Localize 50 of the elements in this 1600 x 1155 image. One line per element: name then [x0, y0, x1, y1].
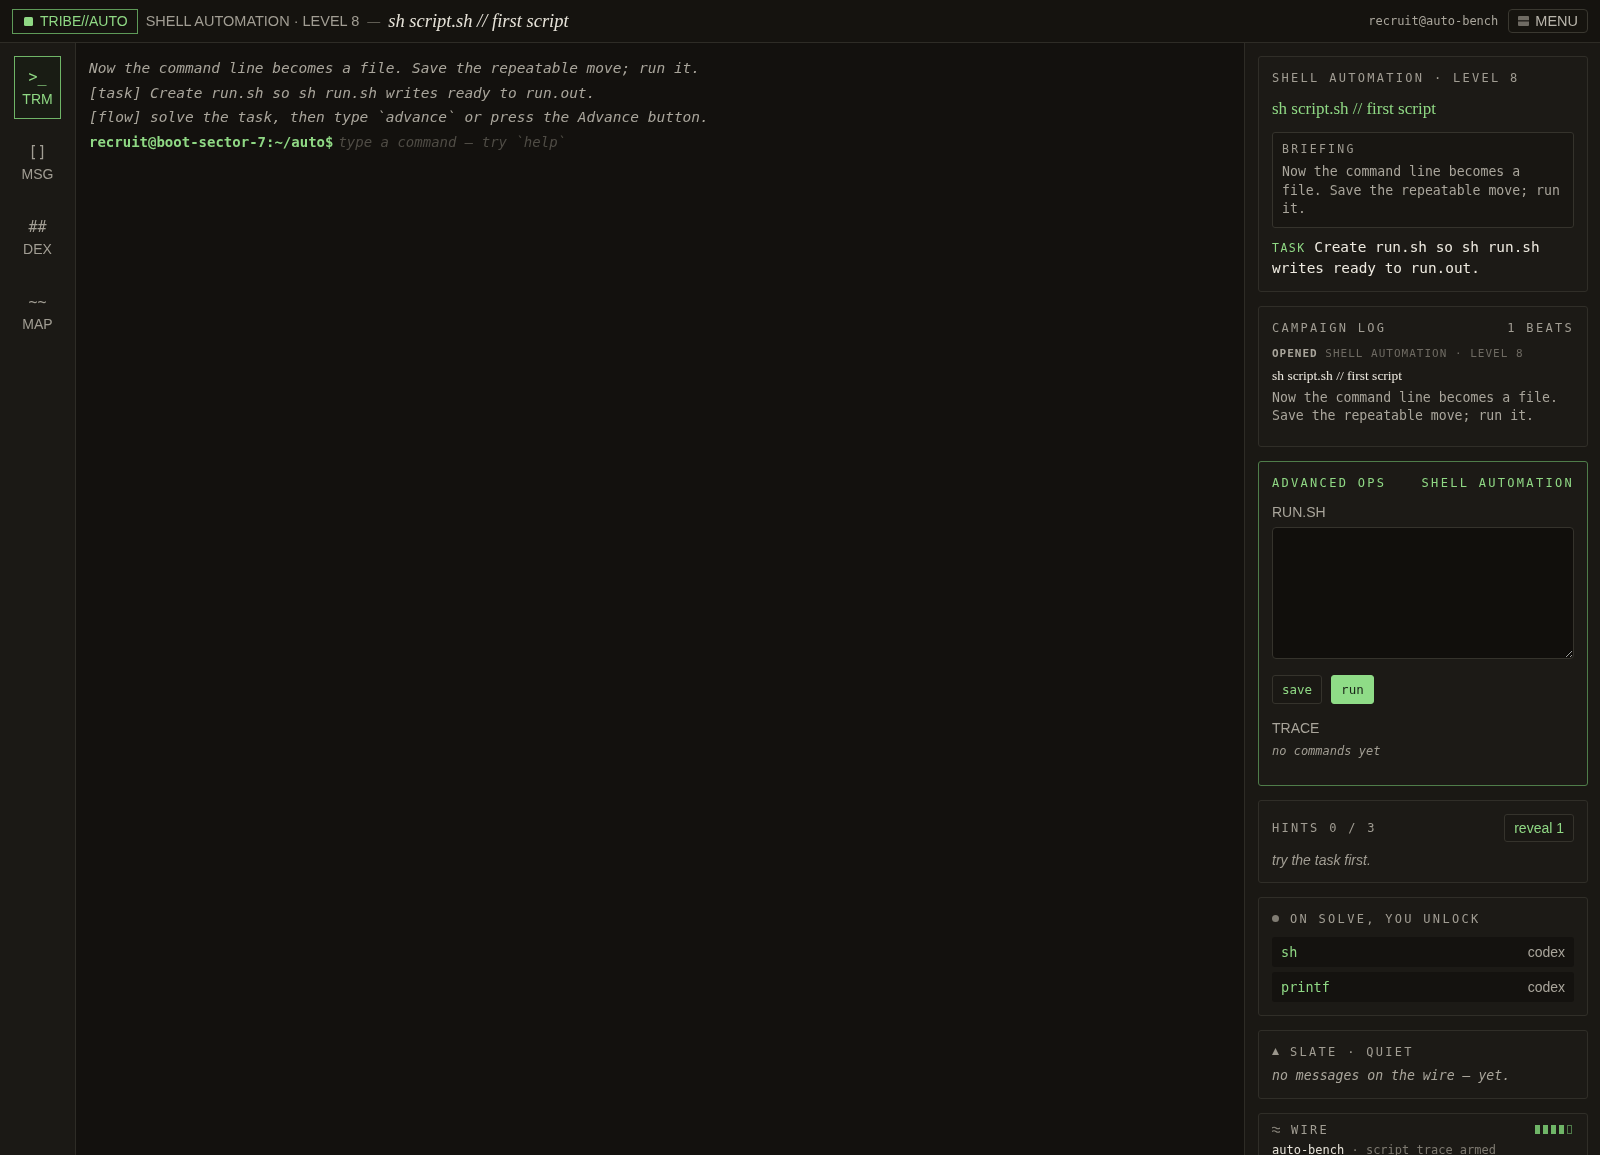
level-label: SHELL AUTOMATION · LEVEL 8	[145, 13, 360, 29]
terminal-line: [flow] solve the task, then type `advance` or press the Advance button.	[89, 108, 710, 127]
mission-track: SHELL AUTOMATION · LEVEL 8	[1272, 70, 1521, 86]
terminal-line: [task] Create run.sh so sh run.sh writes ready to run.out.	[89, 83, 597, 103]
log-heading: CAMPAIGN LOG	[1272, 319, 1387, 336]
unlock-heading: ON SOLVE, YOU UNLOCK	[1290, 910, 1481, 927]
briefing-heading: BRIEFING	[1282, 142, 1357, 157]
trace-empty-text: no commands yet	[1272, 742, 1382, 759]
file-label: RUN.SH	[1272, 502, 1327, 521]
action-button[interactable]: run	[1331, 674, 1374, 704]
script-editor[interactable]	[1272, 526, 1574, 659]
sidebar-item[interactable]: [] MSG	[14, 131, 61, 194]
menu-button[interactable]: MENU	[1508, 9, 1588, 33]
sidebar-item[interactable]: >_ TRM	[14, 56, 61, 119]
task-text: TASK Create run.sh so sh run.sh writes ready to run.out.	[1272, 237, 1541, 278]
slate-heading: SLATE · QUIET	[1290, 1043, 1414, 1060]
mission-title: sh script.sh // first script	[1272, 98, 1437, 120]
wire-heading: WIRE	[1291, 1121, 1330, 1138]
square-icon	[24, 16, 33, 26]
ops-heading: ADVANCED OPS	[1272, 474, 1387, 491]
unlock-type: codex	[1527, 943, 1565, 960]
trace-heading: TRACE	[1272, 718, 1321, 737]
command-input[interactable]: type a command — try `help`	[338, 130, 1231, 153]
signal-bars-icon	[1535, 1125, 1574, 1134]
terminal-line: Now the command line becomes a file. Save the repeatable move; run it.	[89, 59, 702, 78]
log-count: 1 BEATS	[1507, 319, 1574, 336]
triangle-icon	[1272, 1048, 1279, 1055]
log-entry-text: Now the command line becomes a file. Save the repeatable move; run it.	[1272, 388, 1559, 425]
sidebar-item[interactable]: ## DEX	[14, 206, 61, 269]
reveal-button[interactable]: reveal 1	[1504, 813, 1574, 842]
ops-track: SHELL AUTOMATION	[1421, 474, 1574, 491]
hints-heading: HINTS 0 / 3	[1272, 819, 1377, 836]
brand-name: TRIBE//AUTO	[40, 13, 128, 29]
user-label: recruit@auto-bench	[1368, 14, 1499, 28]
unlock-type: codex	[1527, 978, 1565, 995]
sidebar-item[interactable]: ~~ MAP	[14, 281, 61, 344]
menu-icon	[1518, 16, 1530, 26]
unlock-name: printf	[1281, 978, 1330, 995]
unlock-name: sh	[1281, 943, 1298, 960]
hint-text: try the task first.	[1272, 850, 1372, 869]
prompt-label: recruit@boot-sector-7:~/auto$	[89, 132, 334, 152]
wave-icon	[1272, 1126, 1280, 1133]
circle-icon	[1272, 915, 1279, 922]
slate-text: no messages on the wire — yet.	[1272, 1066, 1512, 1085]
log-entry-meta: OPENED SHELL AUTOMATION · LEVEL 8	[1272, 345, 1525, 362]
action-button[interactable]: save	[1272, 674, 1323, 704]
log-entry-title: sh script.sh // first script	[1272, 366, 1404, 385]
title-separator: —	[367, 13, 381, 29]
window-title: sh script.sh // first script	[388, 10, 569, 32]
briefing-text: Now the command line becomes a file. Save the repeatable move; run it.	[1282, 163, 1561, 218]
